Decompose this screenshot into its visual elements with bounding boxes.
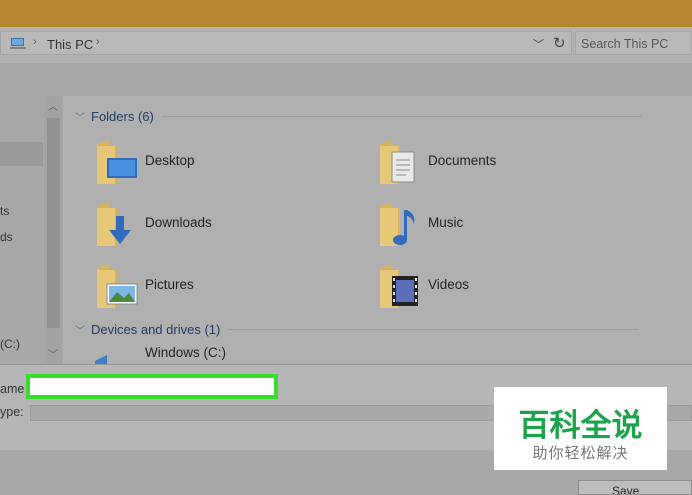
- save-button[interactable]: Save: [578, 480, 692, 495]
- watermark-logo: 百科全说 助你轻松解决: [494, 387, 667, 470]
- window-title-bar: [0, 0, 692, 27]
- documents-folder-icon: [380, 140, 415, 184]
- drive-windows-c[interactable]: Windows (C:): [95, 343, 355, 364]
- drive-icon: [95, 355, 107, 364]
- search-placeholder: Search This PC: [581, 37, 669, 51]
- chevron-down-icon[interactable]: ﹀: [75, 322, 91, 337]
- scroll-down-icon[interactable]: ﹀: [48, 346, 58, 361]
- divider: [228, 329, 639, 330]
- group-title: Folders (6): [91, 109, 154, 124]
- breadcrumb-chevron-icon[interactable]: ›: [96, 36, 100, 48]
- refresh-icon[interactable]: ↻: [553, 34, 566, 52]
- nav-item-label[interactable]: (C:): [0, 337, 20, 351]
- chevron-down-icon[interactable]: ﹀: [533, 36, 544, 52]
- filename-input[interactable]: [26, 374, 278, 399]
- folder-documents[interactable]: Documents: [378, 138, 638, 188]
- folder-label: Documents: [428, 153, 497, 168]
- folder-label: Pictures: [145, 277, 194, 292]
- pictures-folder-icon: [97, 264, 138, 308]
- navigation-pane: ts ds (C:) ︿ ﹀: [0, 96, 63, 364]
- filetype-label: ype:: [0, 405, 24, 419]
- drive-label: Windows (C:): [145, 345, 227, 360]
- folder-label: Downloads: [145, 215, 212, 230]
- desktop-folder-icon: [97, 140, 137, 184]
- folder-music[interactable]: Music: [378, 200, 638, 250]
- breadcrumb-chevron-icon[interactable]: ›: [33, 36, 37, 48]
- downloads-folder-icon: [97, 202, 131, 246]
- watermark-subtitle: 助你轻松解决: [532, 445, 629, 462]
- folders-group-header[interactable]: ﹀ Folders (6): [75, 109, 675, 124]
- folder-downloads[interactable]: Downloads: [95, 200, 355, 250]
- this-pc-icon: [10, 38, 26, 49]
- folder-videos[interactable]: Videos: [378, 262, 638, 312]
- save-button-label: Save: [612, 484, 640, 495]
- content-pane: ﹀ Folders (6) Desktop Documents Download…: [63, 96, 692, 364]
- divider: [161, 116, 642, 117]
- breadcrumb-this-pc[interactable]: This PC: [47, 37, 93, 52]
- music-folder-icon: [380, 202, 415, 246]
- address-box[interactable]: › This PC › ﹀ ↻: [0, 31, 572, 55]
- nav-item-selected[interactable]: [0, 142, 43, 166]
- filename-label: ame: [0, 382, 25, 396]
- nav-item-label[interactable]: ts: [0, 204, 9, 218]
- folder-label: Music: [428, 215, 464, 230]
- scroll-up-icon[interactable]: ︿: [48, 98, 58, 113]
- folder-desktop[interactable]: Desktop: [95, 138, 355, 188]
- search-input[interactable]: Search This PC: [575, 31, 692, 55]
- group-title: Devices and drives (1): [91, 322, 221, 337]
- nav-item-label[interactable]: ds: [0, 230, 13, 244]
- chevron-down-icon[interactable]: ﹀: [75, 109, 91, 124]
- toolbar: [0, 63, 692, 96]
- address-bar: › This PC › ﹀ ↻ Search This PC: [0, 27, 692, 63]
- folder-label: Videos: [428, 277, 470, 292]
- folder-label: Desktop: [145, 153, 195, 168]
- nav-scrollbar[interactable]: ︿ ﹀: [45, 96, 62, 364]
- folder-pictures[interactable]: Pictures: [95, 262, 355, 312]
- videos-folder-icon: [380, 264, 418, 308]
- scrollbar-thumb[interactable]: [47, 118, 60, 328]
- devices-group-header[interactable]: ﹀ Devices and drives (1): [75, 322, 675, 337]
- watermark-title: 百科全说: [518, 408, 643, 443]
